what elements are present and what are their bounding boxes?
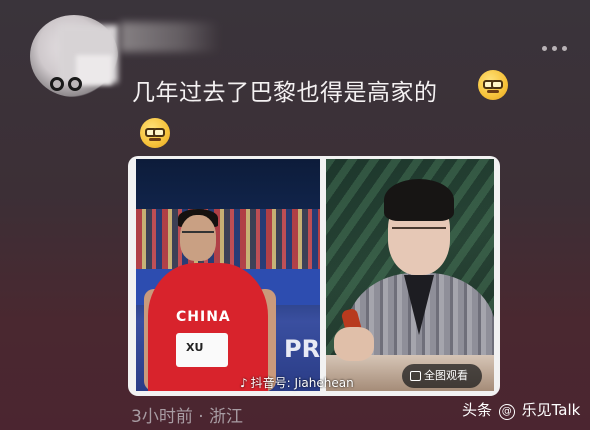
brand-watermark: 头条 @ 乐见Talk <box>462 399 580 420</box>
jersey-text: CHINA <box>176 309 231 325</box>
more-dots-icon[interactable] <box>540 44 570 54</box>
username-blurred[interactable] <box>120 22 220 52</box>
tiktok-watermark: ♪ 抖音号: Jiahehean <box>240 374 354 391</box>
actor-photo[interactable] <box>326 159 494 391</box>
bib-text: XU <box>186 341 204 354</box>
smug-glasses-emoji-icon <box>478 70 508 100</box>
view-full-image-button[interactable]: 全图观看 <box>402 364 482 388</box>
man-glasses <box>392 227 446 237</box>
comment-image-card[interactable]: PR CHINA XU ♪ 抖音号: Jiahehean 全图观看 <box>128 156 500 396</box>
comment-meta: 3小时前 · 浙江 <box>131 407 244 427</box>
brand-name: 乐见Talk <box>521 401 581 419</box>
banner-text: PR <box>284 335 320 363</box>
athlete-photo[interactable]: PR CHINA XU <box>136 159 320 391</box>
athlete-glasses <box>182 231 214 239</box>
smug-glasses-emoji-icon <box>140 118 170 148</box>
avatar-eyes <box>50 77 100 93</box>
avatar[interactable] <box>30 15 118 97</box>
view-full-image-label: 全图观看 <box>424 369 468 382</box>
athlete-jersey <box>148 263 268 391</box>
at-icon: @ <box>498 404 515 420</box>
crowd-background <box>136 209 320 269</box>
brand-prefix: 头条 <box>462 401 493 419</box>
man-hair <box>384 179 454 221</box>
image-icon <box>410 371 421 381</box>
hand <box>334 327 374 361</box>
watermark-text: 抖音号: Jiahehean <box>250 376 354 390</box>
comment-text: 几年过去了巴黎也得是高家的 <box>132 80 438 106</box>
tiktok-icon: ♪ <box>240 376 248 390</box>
